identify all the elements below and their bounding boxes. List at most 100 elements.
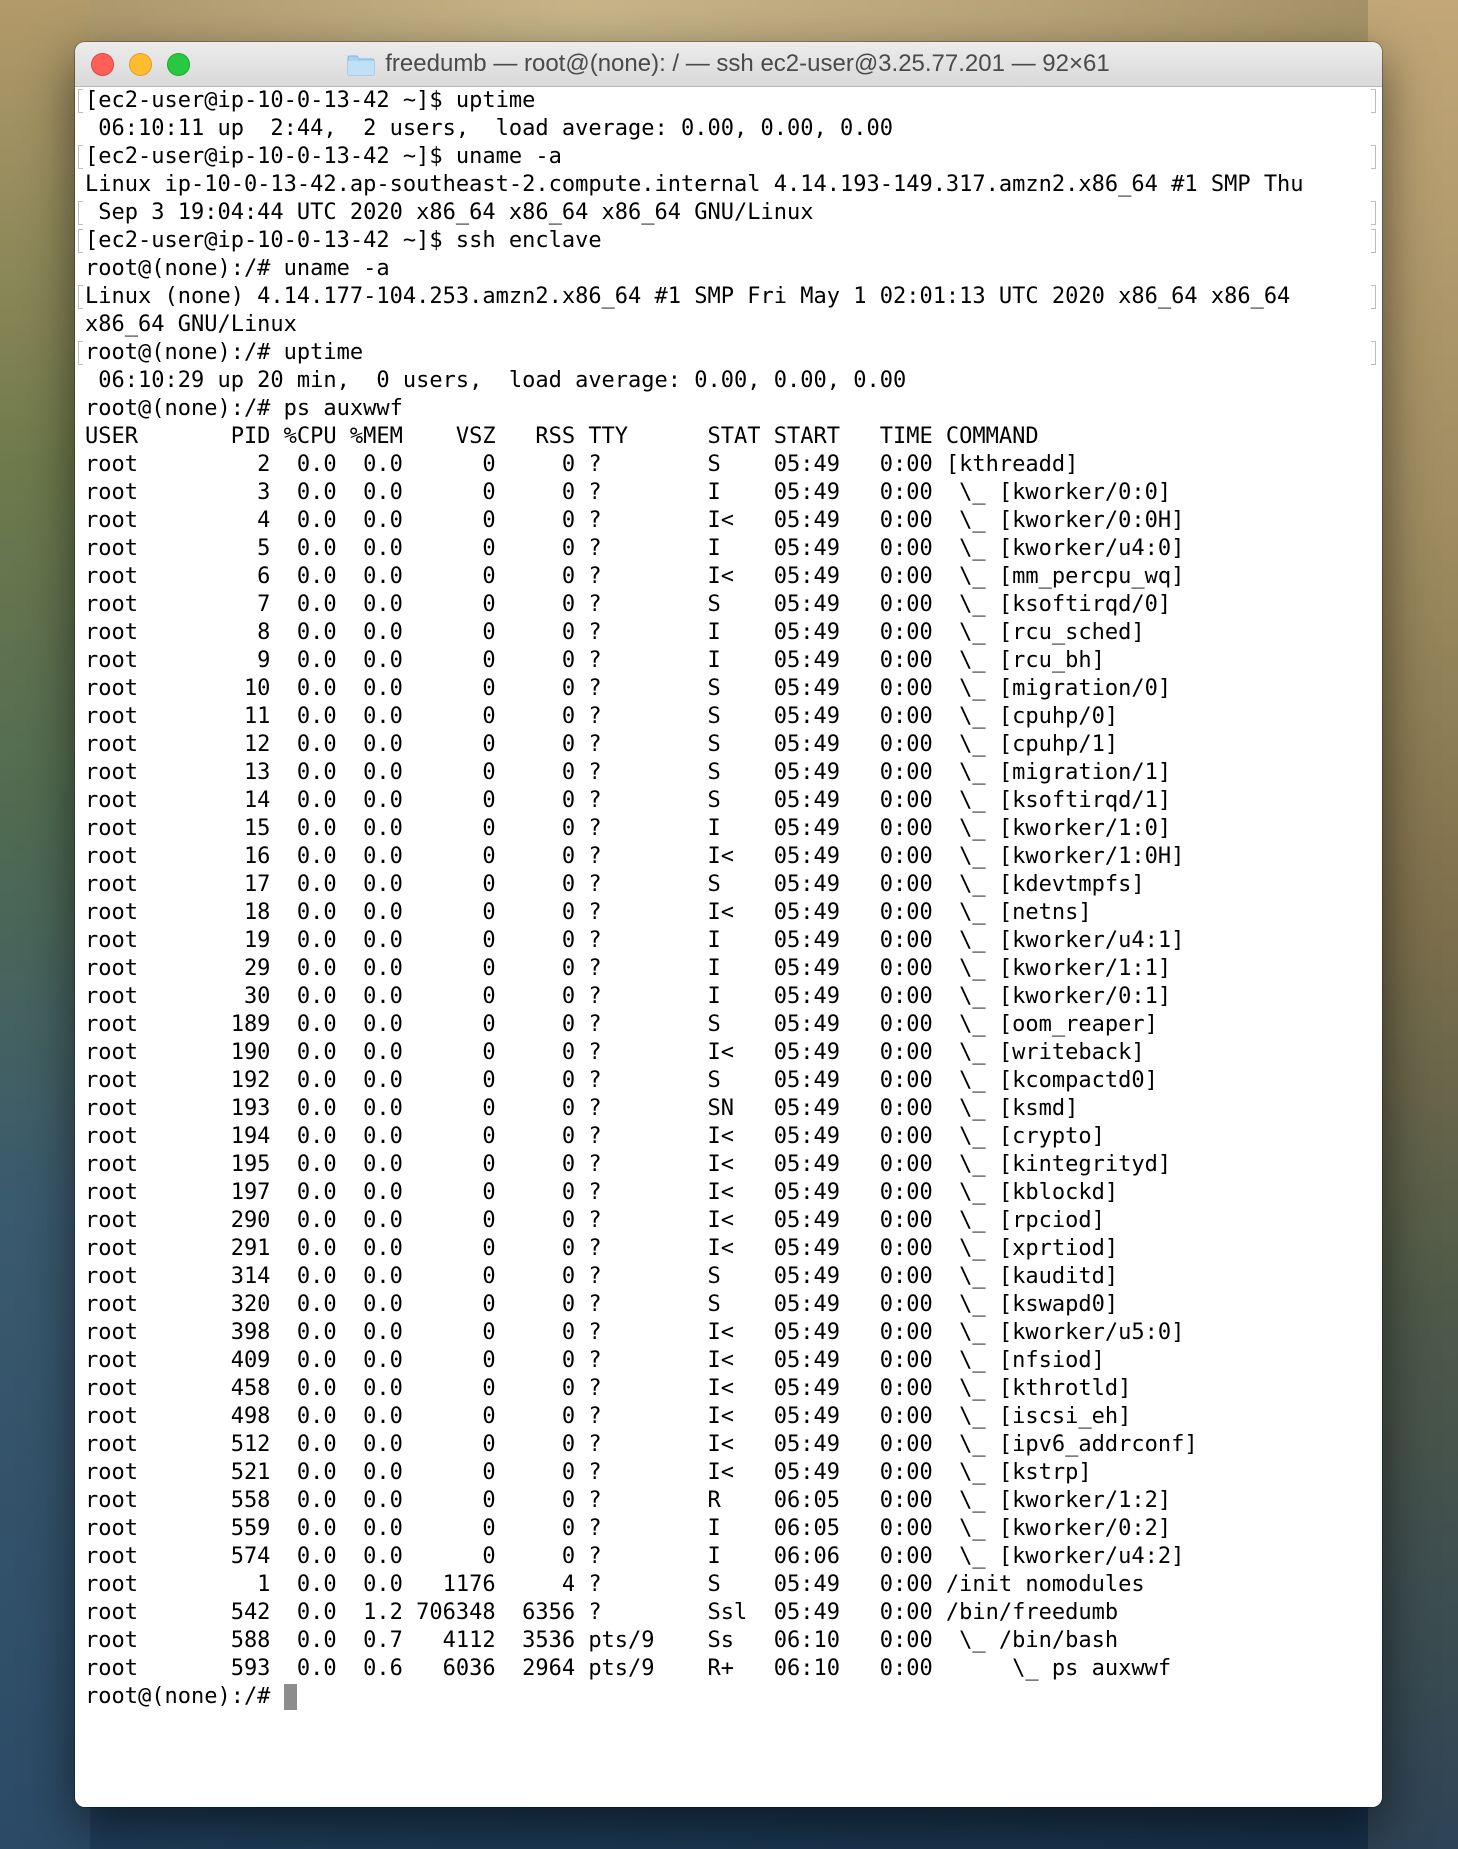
terminal-line-text: root 6 0.0 0.0 0 0 ? I< 05:49 0:00 \_ [m… [85,564,1185,589]
terminal-line-text: root 512 0.0 0.0 0 0 ? I< 05:49 0:00 \_ … [85,1432,1198,1457]
terminal-line-text: 06:10:29 up 20 min, 0 users, load averag… [85,368,907,393]
text-cursor [283,1684,297,1710]
terminal-line-text: root 19 0.0 0.0 0 0 ? I 05:49 0:00 \_ [k… [85,928,1185,953]
terminal-line-text: root 498 0.0 0.0 0 0 ? I< 05:49 0:00 \_ … [85,1404,1132,1429]
terminal-line-text: root 291 0.0 0.0 0 0 ? I< 05:49 0:00 \_ … [85,1236,1119,1261]
terminal-line: root 18 0.0 0.0 0 0 ? I< 05:49 0:00 \_ [… [85,899,1382,927]
line-mark-left [78,229,83,253]
terminal-line: root 29 0.0 0.0 0 0 ? I 05:49 0:00 \_ [k… [85,955,1382,983]
line-mark-left [78,89,83,113]
terminal-line: root 30 0.0 0.0 0 0 ? I 05:49 0:00 \_ [k… [85,983,1382,1011]
terminal-line-text: root 2 0.0 0.0 0 0 ? S 05:49 0:00 [kthre… [85,452,1079,477]
terminal-line: Linux ip-10-0-13-42.ap-southeast-2.compu… [85,171,1382,199]
terminal-line: root 314 0.0 0.0 0 0 ? S 05:49 0:00 \_ [… [85,1263,1382,1291]
terminal-line: root 190 0.0 0.0 0 0 ? I< 05:49 0:00 \_ … [85,1039,1382,1067]
terminal-line: 06:10:11 up 2:44, 2 users, load average:… [85,115,1382,143]
folder-icon [347,55,375,75]
terminal-line: Linux (none) 4.14.177-104.253.amzn2.x86_… [78,283,1382,311]
terminal-line-text: root@(none):/# uptime [85,340,364,365]
prompt-line[interactable]: root@(none):/# [85,1683,1382,1711]
terminal-line-text: 06:10:11 up 2:44, 2 users, load average:… [85,116,893,141]
terminal-line: root 11 0.0 0.0 0 0 ? S 05:49 0:00 \_ [c… [85,703,1382,731]
line-mark-right [1371,229,1376,253]
terminal-line: root 12 0.0 0.0 0 0 ? S 05:49 0:00 \_ [c… [85,731,1382,759]
terminal-line: root 593 0.0 0.6 6036 2964 pts/9 R+ 06:1… [85,1655,1382,1683]
terminal-line: root 194 0.0 0.0 0 0 ? I< 05:49 0:00 \_ … [85,1123,1382,1151]
terminal-line: root 14 0.0 0.0 0 0 ? S 05:49 0:00 \_ [k… [85,787,1382,815]
terminal-line-text: root 189 0.0 0.0 0 0 ? S 05:49 0:00 \_ [… [85,1012,1158,1037]
terminal-line-text: root 574 0.0 0.0 0 0 ? I 06:06 0:00 \_ [… [85,1544,1185,1569]
terminal-line: root 512 0.0 0.0 0 0 ? I< 05:49 0:00 \_ … [85,1431,1382,1459]
window-title: freedumb — root@(none): / — ssh ec2-user… [385,50,1110,77]
terminal-line: [ec2-user@ip-10-0-13-42 ~]$ uptime [78,87,1382,115]
terminal-line-text: root 14 0.0 0.0 0 0 ? S 05:49 0:00 \_ [k… [85,788,1172,813]
terminal-line: Sep 3 19:04:44 UTC 2020 x86_64 x86_64 x8… [78,199,1382,227]
terminal-line: root 498 0.0 0.0 0 0 ? I< 05:49 0:00 \_ … [85,1403,1382,1431]
terminal-line: [ec2-user@ip-10-0-13-42 ~]$ uname -a [78,143,1382,171]
desktop-wallpaper-top [0,0,1458,44]
window-title-group: freedumb — root@(none): / — ssh ec2-user… [75,42,1382,86]
terminal-line-text: root 290 0.0 0.0 0 0 ? I< 05:49 0:00 \_ … [85,1208,1105,1233]
title-bar[interactable]: freedumb — root@(none): / — ssh ec2-user… [75,42,1382,87]
line-mark-left [78,341,83,365]
terminal-line: root@(none):/# ps auxwwf [85,395,1382,423]
terminal-line: root 3 0.0 0.0 0 0 ? I 05:49 0:00 \_ [kw… [85,479,1382,507]
terminal-line-text: root 15 0.0 0.0 0 0 ? I 05:49 0:00 \_ [k… [85,816,1172,841]
terminal-line-text: [ec2-user@ip-10-0-13-42 ~]$ uptime [85,88,536,113]
terminal-line: root 195 0.0 0.0 0 0 ? I< 05:49 0:00 \_ … [85,1151,1382,1179]
terminal-line: USER PID %CPU %MEM VSZ RSS TTY STAT STAR… [85,423,1382,451]
terminal-line-text: root 190 0.0 0.0 0 0 ? I< 05:49 0:00 \_ … [85,1040,1145,1065]
terminal-line-text: root@(none):/# uname -a [85,256,390,281]
terminal-line-text: root 10 0.0 0.0 0 0 ? S 05:49 0:00 \_ [m… [85,676,1172,701]
terminal-line-text: Linux ip-10-0-13-42.ap-southeast-2.compu… [85,172,1304,197]
terminal-line: root 8 0.0 0.0 0 0 ? I 05:49 0:00 \_ [rc… [85,619,1382,647]
terminal-line-text: USER PID %CPU %MEM VSZ RSS TTY STAT STAR… [85,424,1039,449]
terminal-line: root 5 0.0 0.0 0 0 ? I 05:49 0:00 \_ [kw… [85,535,1382,563]
terminal-line: root 15 0.0 0.0 0 0 ? I 05:49 0:00 \_ [k… [85,815,1382,843]
terminal-line-text: root 7 0.0 0.0 0 0 ? S 05:49 0:00 \_ [ks… [85,592,1172,617]
terminal-line-text: x86_64 GNU/Linux [85,312,297,337]
terminal-line: root 19 0.0 0.0 0 0 ? I 05:49 0:00 \_ [k… [85,927,1382,955]
terminal-line-text: root 17 0.0 0.0 0 0 ? S 05:49 0:00 \_ [k… [85,872,1145,897]
terminal-line-text: root 11 0.0 0.0 0 0 ? S 05:49 0:00 \_ [c… [85,704,1119,729]
terminal-line: root 189 0.0 0.0 0 0 ? S 05:49 0:00 \_ [… [85,1011,1382,1039]
terminal-line-text: root 521 0.0 0.0 0 0 ? I< 05:49 0:00 \_ … [85,1460,1092,1485]
terminal-line: root 291 0.0 0.0 0 0 ? I< 05:49 0:00 \_ … [85,1235,1382,1263]
terminal-line-text: root 5 0.0 0.0 0 0 ? I 05:49 0:00 \_ [kw… [85,536,1185,561]
terminal-line: root 17 0.0 0.0 0 0 ? S 05:49 0:00 \_ [k… [85,871,1382,899]
terminal-line-text: root 18 0.0 0.0 0 0 ? I< 05:49 0:00 \_ [… [85,900,1092,925]
terminal-line: root 9 0.0 0.0 0 0 ? I 05:49 0:00 \_ [rc… [85,647,1382,675]
terminal-line: x86_64 GNU/Linux [85,311,1382,339]
terminal-line-text: root 558 0.0 0.0 0 0 ? R 06:05 0:00 \_ [… [85,1488,1172,1513]
terminal-line-text: root 1 0.0 0.0 1176 4 ? S 05:49 0:00 /in… [85,1572,1145,1597]
line-mark-left [78,145,83,169]
terminal-line: root 574 0.0 0.0 0 0 ? I 06:06 0:00 \_ [… [85,1543,1382,1571]
terminal-line: 06:10:29 up 20 min, 0 users, load averag… [85,367,1382,395]
terminal-line-text: root 320 0.0 0.0 0 0 ? S 05:49 0:00 \_ [… [85,1292,1119,1317]
terminal-line: root 2 0.0 0.0 0 0 ? S 05:49 0:00 [kthre… [85,451,1382,479]
terminal-line-text: root 588 0.0 0.7 4112 3536 pts/9 Ss 06:1… [85,1628,1119,1653]
line-mark-right [1371,341,1376,365]
terminal-line-text: root 8 0.0 0.0 0 0 ? I 05:49 0:00 \_ [rc… [85,620,1145,645]
terminal-line-text: root 29 0.0 0.0 0 0 ? I 05:49 0:00 \_ [k… [85,956,1172,981]
terminal-line-text: root 197 0.0 0.0 0 0 ? I< 05:49 0:00 \_ … [85,1180,1119,1205]
terminal-line-text: root 13 0.0 0.0 0 0 ? S 05:49 0:00 \_ [m… [85,760,1172,785]
terminal-line: root 559 0.0 0.0 0 0 ? I 06:05 0:00 \_ [… [85,1515,1382,1543]
terminal-line-text: root 4 0.0 0.0 0 0 ? I< 05:49 0:00 \_ [k… [85,508,1185,533]
terminal-line: root 197 0.0 0.0 0 0 ? I< 05:49 0:00 \_ … [85,1179,1382,1207]
line-mark-right [1371,285,1376,309]
terminal-line: root 558 0.0 0.0 0 0 ? R 06:05 0:00 \_ [… [85,1487,1382,1515]
terminal-line: root 521 0.0 0.0 0 0 ? I< 05:49 0:00 \_ … [85,1459,1382,1487]
terminal-line: root 1 0.0 0.0 1176 4 ? S 05:49 0:00 /in… [85,1571,1382,1599]
terminal-output[interactable]: [ec2-user@ip-10-0-13-42 ~]$ uptime 06:10… [75,87,1382,1807]
terminal-line: root 16 0.0 0.0 0 0 ? I< 05:49 0:00 \_ [… [85,843,1382,871]
line-mark-right [1371,89,1376,113]
terminal-line-text: root 16 0.0 0.0 0 0 ? I< 05:49 0:00 \_ [… [85,844,1185,869]
terminal-line-text: root 398 0.0 0.0 0 0 ? I< 05:49 0:00 \_ … [85,1320,1185,1345]
terminal-line-text: Sep 3 19:04:44 UTC 2020 x86_64 x86_64 x8… [85,200,814,225]
line-mark-right [1371,145,1376,169]
terminal-line-text: Linux (none) 4.14.177-104.253.amzn2.x86_… [85,284,1291,309]
line-mark-left [78,285,83,309]
shell-prompt: root@(none):/# [85,1684,284,1709]
terminal-line: [ec2-user@ip-10-0-13-42 ~]$ ssh enclave [78,227,1382,255]
